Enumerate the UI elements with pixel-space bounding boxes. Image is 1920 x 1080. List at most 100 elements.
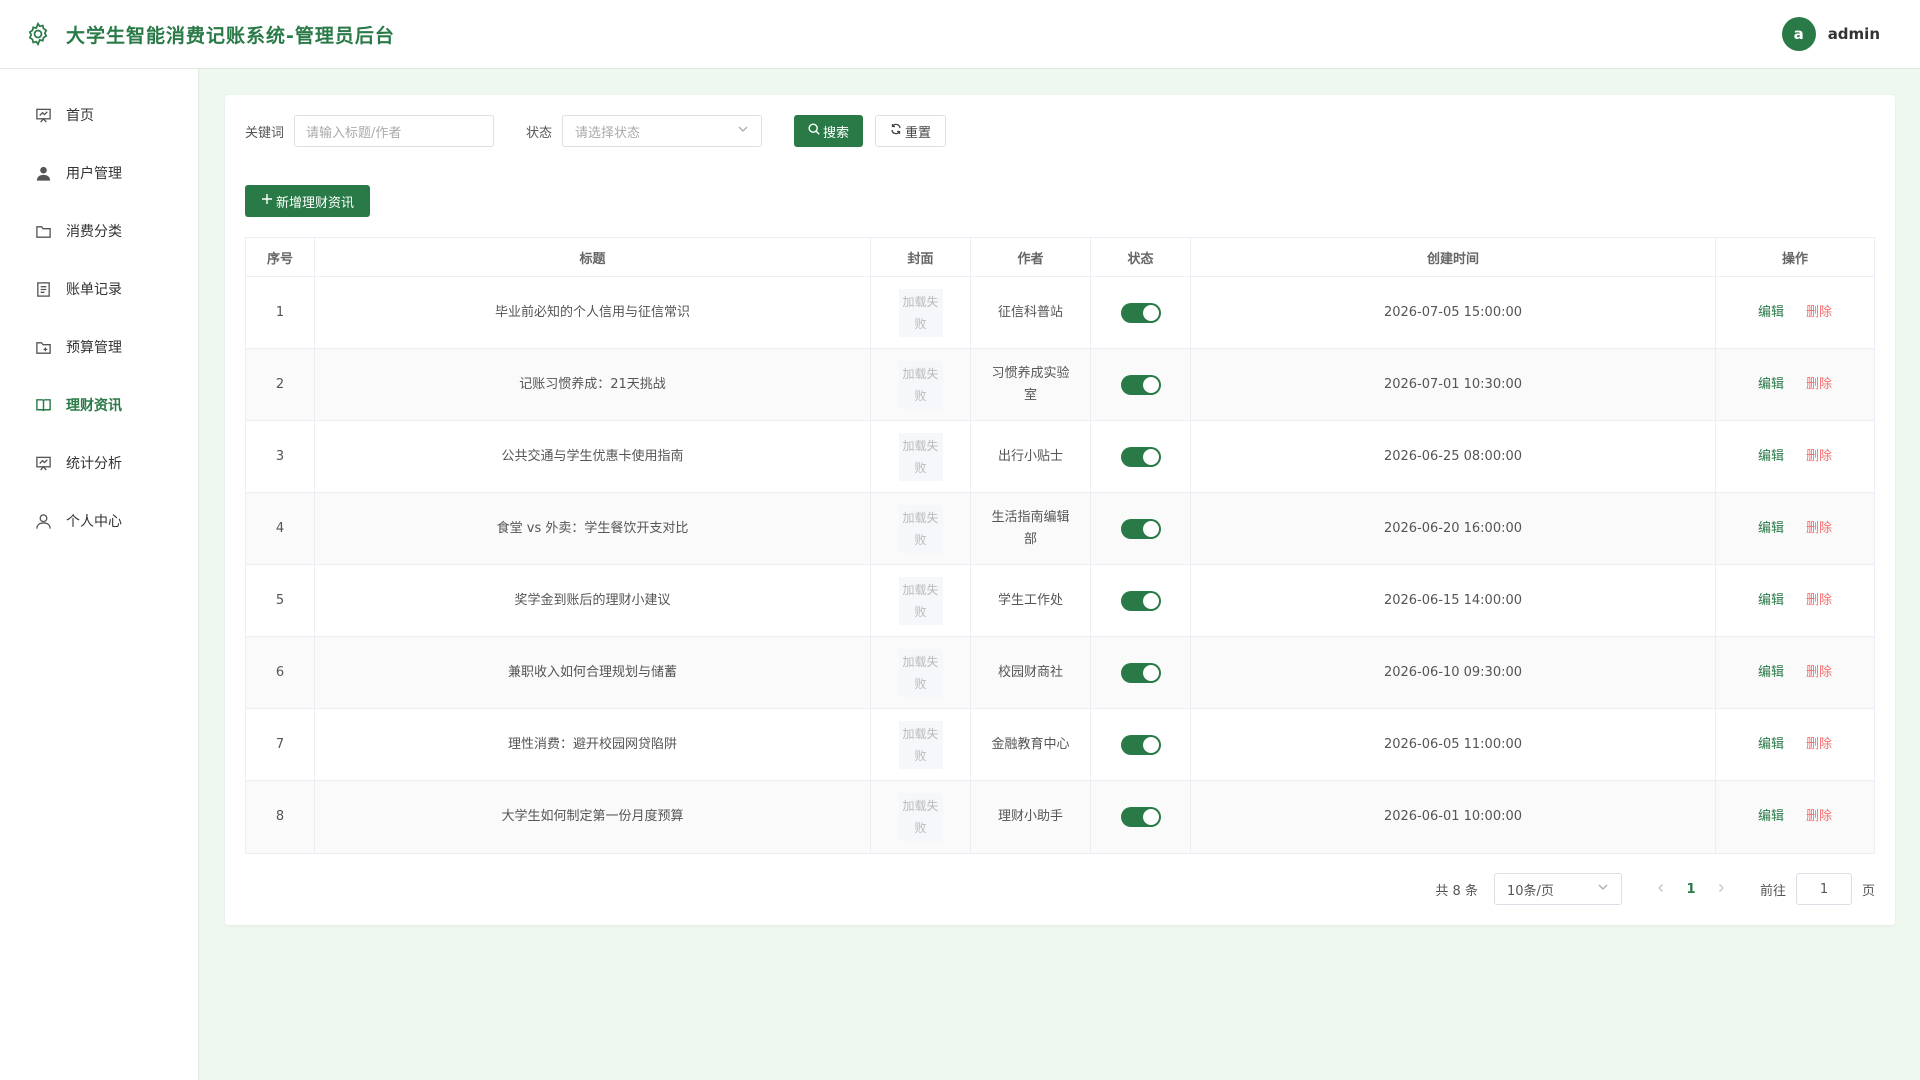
edit-button[interactable]: 编辑 [1758, 734, 1784, 756]
cover-image-failed: 加载失败 [898, 793, 943, 841]
column-header-created: 创建时间 [1191, 238, 1716, 276]
author-name: 生活指南编辑部 [991, 509, 1070, 547]
edit-button[interactable]: 编辑 [1758, 662, 1784, 684]
edit-button[interactable]: 编辑 [1758, 374, 1784, 396]
delete-button[interactable]: 删除 [1806, 806, 1832, 828]
search-button-label: 搜索 [823, 125, 850, 141]
sidebar-item-label: 消费分类 [66, 224, 122, 240]
cell-author: 习惯养成实验室 [971, 349, 1091, 420]
search-button[interactable]: 搜索 [794, 115, 864, 147]
cell-created: 2026-06-15 14:00:00 [1191, 565, 1716, 636]
status-toggle[interactable] [1120, 662, 1161, 683]
cell-cover: 加载失败 [871, 277, 971, 348]
author-name: 习惯养成实验室 [991, 365, 1070, 403]
goto-page-input[interactable]: 1 [1795, 873, 1852, 905]
goto-page-value: 1 [1819, 881, 1829, 897]
table-row: 7 理性消费：避开校园网贷陷阱 加载失败 金融教育中心 2026-06-05 11:00… [246, 709, 1874, 781]
page-suffix: 页 [1861, 883, 1875, 899]
cell-title: 食堂 vs 外卖：学生餐饮开支对比 [315, 493, 871, 564]
user-menu[interactable]: a admin [1781, 17, 1880, 51]
sidebar-item-label: 用户管理 [66, 166, 122, 182]
cell-created: 2026-06-10 09:30:00 [1191, 637, 1716, 708]
sidebar-item-budget[interactable]: 预算管理 [0, 318, 198, 376]
cell-actions: 编辑 删除 [1716, 709, 1874, 780]
column-header-index: 序号 [246, 238, 315, 276]
status-select[interactable]: 请选择状态 [562, 115, 763, 147]
add-finance-news-button[interactable]: 新增理财资讯 [245, 185, 371, 217]
keyword-input[interactable]: 请输入标题/作者 [294, 115, 495, 147]
cell-status [1091, 637, 1191, 708]
reset-button[interactable]: 重置 [875, 115, 947, 147]
status-toggle[interactable] [1120, 446, 1161, 467]
edit-button[interactable]: 编辑 [1758, 590, 1784, 612]
cell-author: 理财小助手 [971, 781, 1091, 853]
username[interactable]: admin [1828, 25, 1880, 43]
status-toggle[interactable] [1120, 302, 1161, 323]
table-row: 8 大学生如何制定第一份月度预算 加载失败 理财小助手 2026-06-01 10:00… [246, 781, 1874, 853]
status-toggle[interactable] [1120, 374, 1161, 395]
keyword-placeholder: 请输入标题/作者 [306, 125, 402, 141]
page-size-select[interactable]: 10条/页 [1493, 873, 1622, 905]
sidebar-item-profile[interactable]: 个人中心 [0, 492, 198, 550]
cover-image-failed: 加载失败 [898, 504, 943, 553]
cell-title: 记账习惯养成：21天挑战 [315, 349, 871, 420]
delete-button[interactable]: 删除 [1806, 302, 1832, 324]
sidebar-item-finance-news[interactable]: 理财资讯 [0, 376, 198, 434]
sidebar-item-label: 个人中心 [66, 514, 122, 530]
delete-button[interactable]: 删除 [1806, 374, 1832, 396]
status-toggle[interactable] [1120, 518, 1161, 539]
cell-created: 2026-07-05 15:00:00 [1191, 277, 1716, 348]
sidebar-item-home[interactable]: 首页 [0, 86, 198, 144]
cell-cover: 加载失败 [871, 421, 971, 492]
delete-button[interactable]: 删除 [1806, 662, 1832, 684]
sidebar-item-label: 统计分析 [66, 456, 122, 472]
column-header-author: 作者 [971, 238, 1091, 276]
cover-image-failed: 加载失败 [898, 720, 943, 769]
cover-image-failed: 加载失败 [898, 432, 943, 481]
delete-button[interactable]: 删除 [1806, 734, 1832, 756]
cell-cover: 加载失败 [871, 781, 971, 853]
cell-index: 5 [246, 565, 315, 636]
cell-author: 生活指南编辑部 [971, 493, 1091, 564]
filter-bar: 关键词 请输入标题/作者 状态 请选择状态 搜索 重置 [245, 115, 947, 147]
refresh-icon [890, 123, 902, 139]
cell-actions: 编辑 删除 [1716, 349, 1874, 420]
cell-author: 金融教育中心 [971, 709, 1091, 780]
cell-title: 奖学金到账后的理财小建议 [315, 565, 871, 636]
cell-actions: 编辑 删除 [1716, 637, 1874, 708]
cell-cover: 加载失败 [871, 709, 971, 780]
status-toggle[interactable] [1120, 807, 1161, 827]
sidebar-item-bills[interactable]: 账单记录 [0, 260, 198, 318]
folder-icon [34, 222, 52, 240]
plus-icon [261, 193, 273, 209]
cell-status [1091, 277, 1191, 348]
sidebar-item-users[interactable]: 用户管理 [0, 144, 198, 202]
page-number-current[interactable]: 1 [1676, 882, 1706, 897]
sidebar-item-categories[interactable]: 消费分类 [0, 202, 198, 260]
edit-button[interactable]: 编辑 [1758, 518, 1784, 540]
delete-button[interactable]: 删除 [1806, 590, 1832, 612]
gear-icon [24, 20, 52, 48]
status-toggle[interactable] [1120, 590, 1161, 611]
delete-button[interactable]: 删除 [1806, 518, 1832, 540]
sidebar-item-label: 理财资讯 [66, 398, 122, 414]
edit-button[interactable]: 编辑 [1758, 806, 1784, 828]
delete-button[interactable]: 删除 [1806, 446, 1832, 468]
cell-author: 出行小贴士 [971, 421, 1091, 492]
edit-button[interactable]: 编辑 [1758, 446, 1784, 468]
app-title: 大学生智能消费记账系统-管理员后台 [66, 24, 395, 47]
next-page-button[interactable] [1706, 882, 1736, 897]
avatar[interactable]: a [1781, 17, 1816, 51]
author-name: 征信科普站 [997, 304, 1063, 320]
cover-image-failed: 加载失败 [898, 360, 943, 409]
column-header-actions: 操作 [1781, 251, 1808, 267]
status-toggle[interactable] [1120, 734, 1161, 755]
sidebar-item-statistics[interactable]: 统计分析 [0, 434, 198, 492]
cell-title: 理性消费：避开校园网贷陷阱 [315, 709, 871, 780]
author-name: 校园财商社 [997, 664, 1063, 680]
page-size-value: 10条/页 [1506, 883, 1554, 899]
search-icon [808, 123, 820, 139]
prev-page-button[interactable] [1646, 882, 1676, 897]
edit-button[interactable]: 编辑 [1758, 302, 1784, 324]
cell-cover: 加载失败 [871, 637, 971, 708]
